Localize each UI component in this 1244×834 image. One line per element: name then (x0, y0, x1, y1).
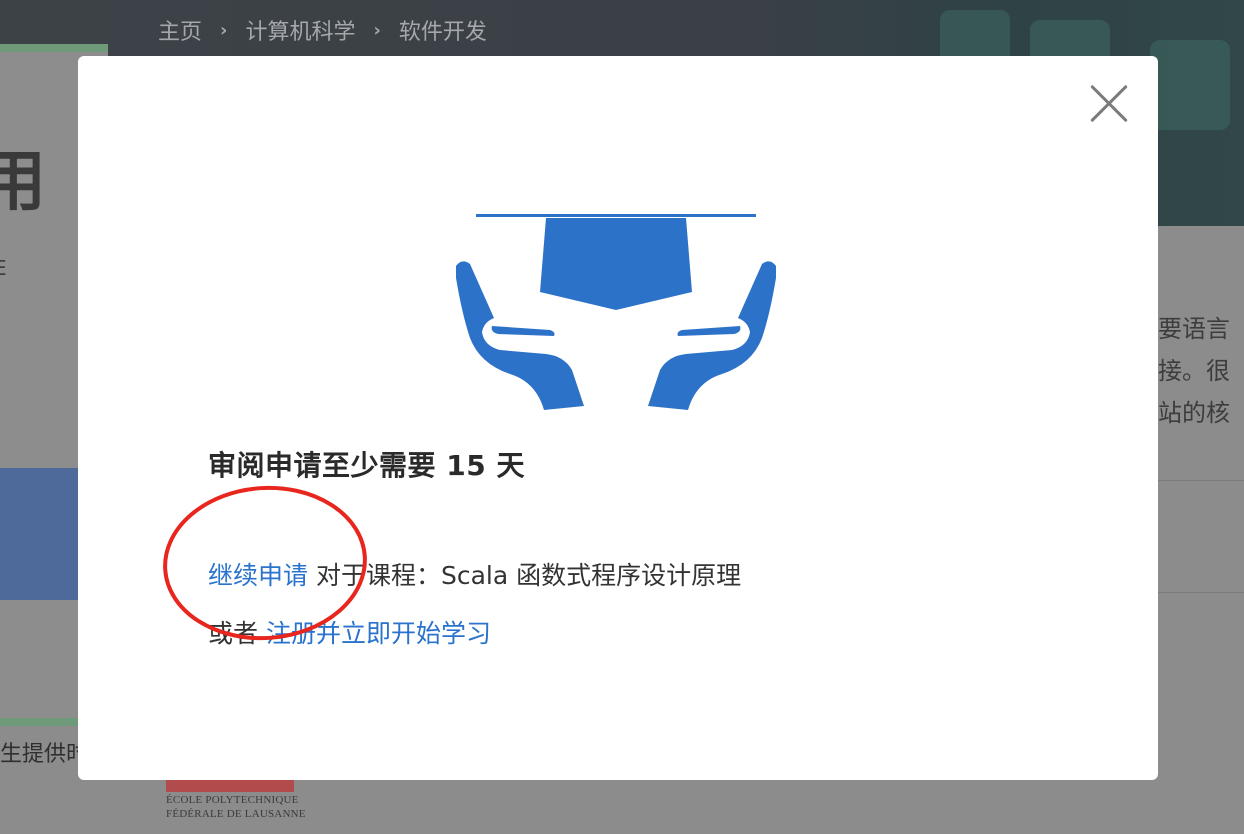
banner-decoration (1150, 40, 1230, 130)
description-line: 站的核 (1158, 399, 1230, 427)
divider (1158, 480, 1244, 481)
modal-heading: 审阅申请至少需要 15 天 (208, 449, 525, 482)
breadcrumb-software-development[interactable]: 软件开发 (399, 14, 487, 46)
course-name-text: 对于课程：Scala 函数式程序设计原理 (308, 561, 742, 590)
course-description-text: 要语言 接。很 站的核 (1158, 308, 1244, 434)
close-icon[interactable] (1090, 84, 1128, 122)
continue-application-link[interactable]: 继续申请 (208, 561, 308, 590)
logo-text-line-1: ÉCOLE POLYTECHNIQUE (166, 794, 299, 806)
description-line: 接。很 (1158, 357, 1230, 385)
breadcrumb-home[interactable]: 主页 (158, 14, 202, 46)
logo-mark (166, 778, 294, 792)
divider (1158, 592, 1244, 593)
course-title-fragment: 用 (0, 143, 46, 220)
breadcrumb-computer-science[interactable]: 计算机科学 (245, 14, 355, 46)
breadcrumb: 主页 › 计算机科学 › 软件开发 (158, 14, 487, 46)
course-subtitle-fragment: E (0, 256, 7, 280)
or-text: 或者 (208, 619, 266, 648)
graduation-cap-hands-icon (456, 214, 776, 410)
chevron-right-icon: › (373, 19, 381, 41)
description-line: 要语言 (1158, 315, 1230, 343)
logo-text-line-2: FÉDÉRALE DE LAUSANNE (166, 808, 306, 820)
continue-application-line: 继续申请 对于课程：Scala 函数式程序设计原理 (208, 556, 741, 592)
footer-text-fragment: 生提供时 (0, 742, 89, 767)
enroll-now-line: 或者 注册并立即开始学习 (208, 614, 491, 650)
chevron-right-icon: › (220, 19, 228, 41)
application-review-modal: 审阅申请至少需要 15 天 继续申请 对于课程：Scala 函数式程序设计原理 … (78, 56, 1158, 780)
epfl-logo: ÉCOLE POLYTECHNIQUE FÉDÉRALE DE LAUSANNE (166, 778, 306, 828)
enroll-and-start-link[interactable]: 注册并立即开始学习 (266, 619, 491, 648)
